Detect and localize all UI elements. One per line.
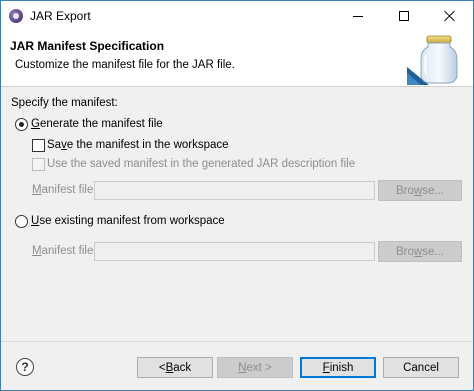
maximize-icon [399, 11, 409, 21]
finish-button[interactable]: Finish [300, 357, 376, 378]
manifest-form: Specify the manifest: Generate the manif… [1, 88, 473, 341]
eclipse-icon [9, 9, 23, 23]
jar-icon [407, 35, 458, 85]
wizard-banner: JAR Manifest Specification Customize the… [1, 31, 473, 87]
page-title: JAR Manifest Specification [10, 39, 165, 53]
manifest-file-input[interactable] [94, 181, 375, 200]
close-button[interactable] [427, 1, 473, 31]
cancel-button[interactable]: Cancel [383, 357, 459, 378]
section-label: Specify the manifest: [11, 97, 118, 109]
existing-manifest-file-label: Manifest file: [32, 245, 97, 257]
generate-manifest-label[interactable]: Generate the manifest file [31, 118, 163, 130]
minimize-icon [353, 15, 363, 17]
use-existing-manifest-label[interactable]: Use existing manifest from workspace [31, 215, 225, 227]
window-title: JAR Export [30, 9, 91, 23]
existing-browse-button[interactable]: Bro w se... [378, 241, 462, 262]
help-icon[interactable]: ? [16, 358, 34, 376]
next-button[interactable]: Next > [217, 357, 293, 378]
save-manifest-label[interactable]: Save the manifest in the workspace [47, 139, 229, 151]
use-existing-manifest-radio[interactable] [15, 215, 28, 228]
minimize-button[interactable] [335, 1, 381, 31]
use-saved-manifest-checkbox[interactable] [32, 158, 45, 171]
maximize-button[interactable] [381, 1, 427, 31]
browse-button[interactable]: Bro w se... [378, 180, 462, 201]
existing-manifest-file-input[interactable] [94, 242, 375, 261]
back-button[interactable]: < Back [137, 357, 213, 378]
jar-export-dialog: JAR Export JAR Manifest Specification Cu… [0, 0, 474, 391]
close-icon [444, 10, 456, 22]
save-manifest-checkbox[interactable] [32, 139, 45, 152]
title-bar: JAR Export [1, 1, 473, 31]
generate-manifest-radio[interactable] [15, 118, 28, 131]
page-description: Customize the manifest file for the JAR … [15, 59, 235, 71]
use-saved-manifest-label: Use the saved manifest in the generated … [47, 158, 356, 170]
manifest-file-label: Manifest file: [32, 184, 97, 196]
footer-divider [1, 341, 473, 342]
